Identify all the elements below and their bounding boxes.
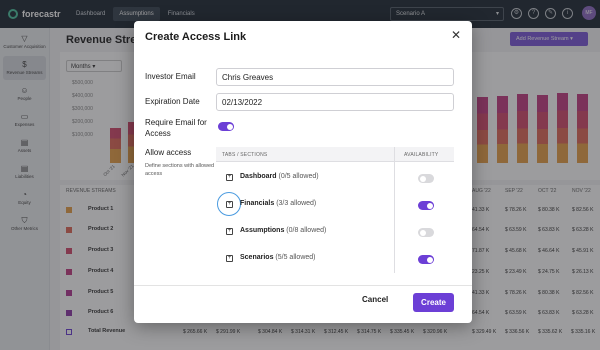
allow-access-title: Allow access: [145, 148, 192, 157]
section-count: (3/3 allowed): [276, 200, 317, 207]
section-name: Dashboard: [240, 173, 277, 180]
section-name: Financials: [240, 200, 275, 207]
dialog-title: Create Access Link: [145, 31, 247, 43]
section-label: Dashboard (0/5 allowed): [240, 173, 319, 180]
section-row-scenarios: + Scenarios (5/5 allowed): [216, 246, 454, 273]
availability-toggle[interactable]: [418, 228, 434, 237]
sections-table: TABS / SECTIONS AVAILABILITY + Dashboard…: [216, 147, 454, 273]
section-count: (0/5 allowed): [278, 173, 319, 180]
allow-access-description: Define sections with allowed access: [145, 163, 215, 177]
availability-toggle[interactable]: [418, 201, 434, 210]
toggle-knob: [426, 202, 433, 209]
toggle-knob: [419, 175, 426, 182]
availability-toggle[interactable]: [418, 255, 434, 264]
expand-icon[interactable]: +: [226, 174, 233, 181]
expand-icon[interactable]: +: [226, 228, 233, 235]
cancel-button[interactable]: Cancel: [362, 295, 388, 304]
section-label: Assumptions (0/8 allowed): [240, 227, 326, 234]
create-button[interactable]: Create: [413, 293, 454, 312]
investor-email-field[interactable]: [216, 68, 454, 86]
expand-icon[interactable]: +: [226, 201, 233, 208]
col-header-sections: TABS / SECTIONS: [222, 152, 268, 158]
section-name: Assumptions: [240, 227, 285, 234]
section-count: (5/5 allowed): [275, 254, 316, 261]
toggle-knob: [426, 256, 433, 263]
section-label: Financials (3/3 allowed): [240, 200, 316, 207]
sections-table-header: TABS / SECTIONS AVAILABILITY: [216, 147, 454, 162]
section-count: (0/8 allowed): [286, 227, 327, 234]
section-row-assumptions: + Assumptions (0/8 allowed): [216, 219, 454, 246]
section-name: Scenarios: [240, 254, 274, 261]
create-access-link-dialog: Create Access Link ✕ Investor Email Expi…: [134, 21, 472, 323]
require-email-toggle[interactable]: [218, 122, 234, 131]
col-header-availability: AVAILABILITY: [404, 152, 439, 158]
availability-toggle[interactable]: [418, 174, 434, 183]
expiration-date-label: Expiration Date: [145, 97, 200, 106]
require-email-label: Require Email for Access: [145, 118, 207, 138]
toggle-knob: [226, 123, 233, 130]
section-label: Scenarios (5/5 allowed): [240, 254, 316, 261]
close-icon[interactable]: ✕: [451, 28, 461, 42]
expiration-date-field[interactable]: [216, 93, 454, 111]
footer-divider: [134, 285, 472, 286]
expand-icon[interactable]: +: [226, 255, 233, 262]
section-row-dashboard: + Dashboard (0/5 allowed): [216, 165, 454, 192]
investor-email-label: Investor Email: [145, 72, 196, 81]
toggle-knob: [419, 229, 426, 236]
section-row-financials: + Financials (3/3 allowed): [216, 192, 454, 219]
